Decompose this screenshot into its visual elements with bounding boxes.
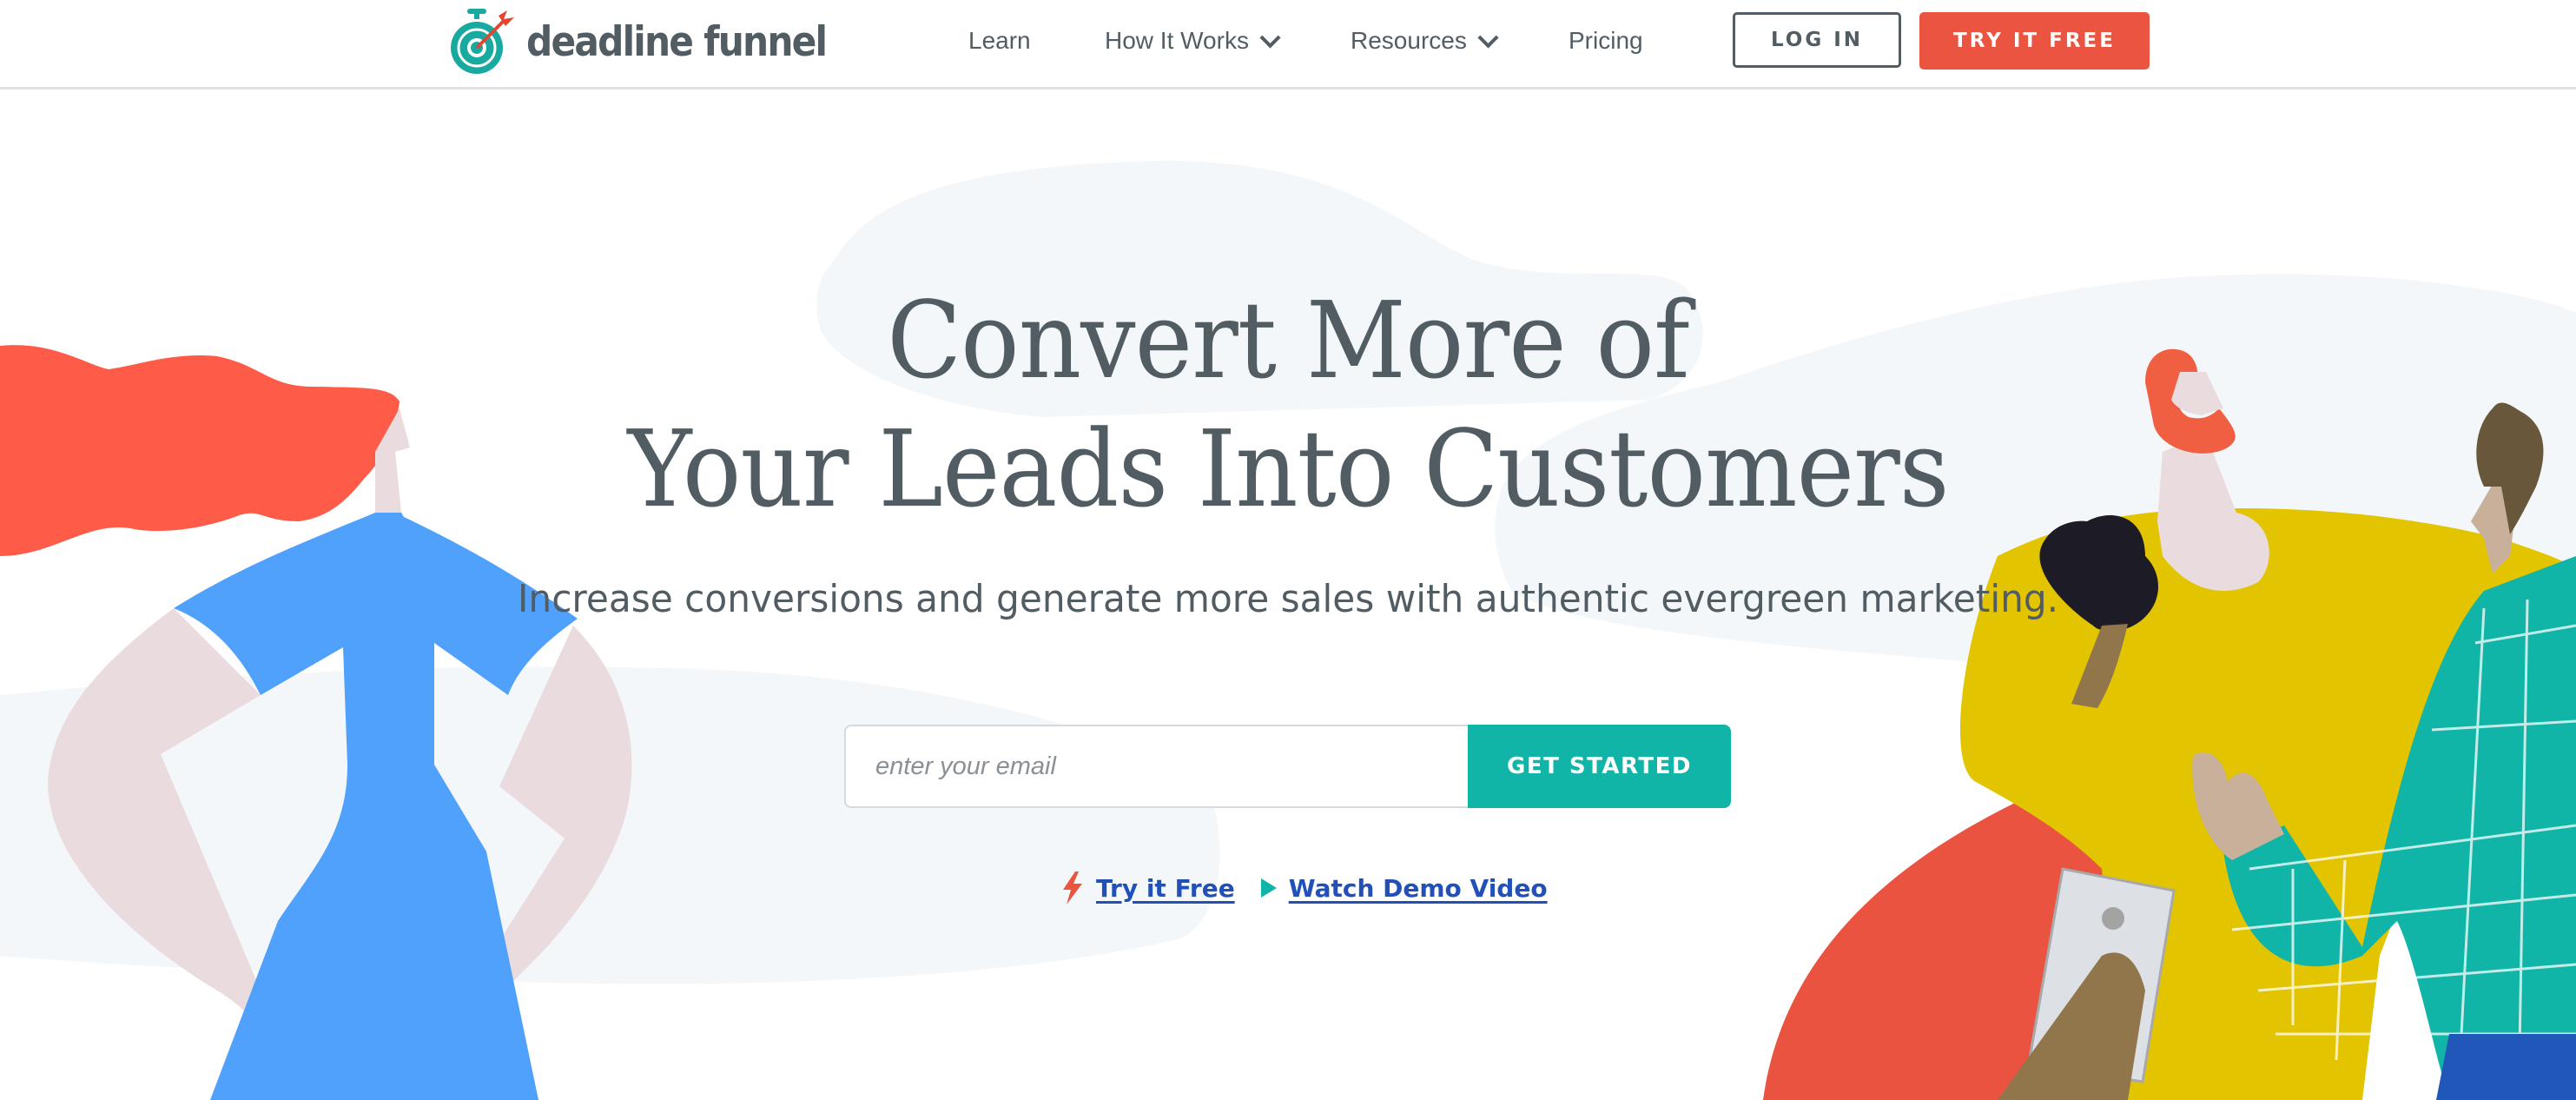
chevron-down-icon [1259, 26, 1281, 49]
play-icon [1260, 878, 1277, 898]
watch-demo-video-link[interactable]: Watch Demo Video [1289, 874, 1548, 903]
login-button[interactable]: LOG IN [1733, 12, 1901, 68]
site-header: deadline funnel Learn How It Works Resou… [0, 0, 2576, 89]
background-blobs [0, 161, 2576, 984]
blob-left-bottom [0, 666, 1220, 984]
hero-title: Convert More of Your Leads Into Customer… [0, 276, 2576, 533]
try-it-free-button[interactable]: TRY IT FREE [1919, 12, 2150, 70]
email-input[interactable] [844, 725, 1468, 808]
try-it-free-link[interactable]: Try it Free [1096, 874, 1235, 903]
nav-learn-label: Learn [968, 27, 1031, 54]
stopwatch-target-icon [451, 9, 514, 74]
nav-pricing[interactable]: Pricing [1569, 27, 1643, 55]
chevron-down-icon [1477, 26, 1499, 49]
logo-text: deadline funnel [526, 17, 828, 66]
hero-title-line-1: Convert More of [887, 279, 1689, 402]
nav-learn[interactable]: Learn [968, 27, 1031, 55]
nav-pricing-label: Pricing [1569, 27, 1643, 54]
hero-subtitle: Increase conversions and generate more s… [0, 577, 2576, 621]
get-started-button[interactable]: GET STARTED [1468, 725, 1731, 808]
lightning-bolt-icon [1063, 871, 1082, 905]
hero-links: Try it Free Watch Demo Video [1061, 871, 1548, 905]
nav-resources-label: Resources [1351, 27, 1467, 54]
logo[interactable]: deadline funnel [450, 5, 860, 78]
signup-form: GET STARTED [844, 725, 1731, 808]
hero-subtitle-text: Increase conversions and generate more s… [517, 577, 2059, 621]
nav-how-it-works[interactable]: How It Works [1105, 26, 1281, 55]
hero-title-line-2: Your Leads Into Customers [627, 408, 1949, 531]
nav-resources[interactable]: Resources [1351, 26, 1499, 55]
nav-how-it-works-label: How It Works [1105, 27, 1249, 54]
